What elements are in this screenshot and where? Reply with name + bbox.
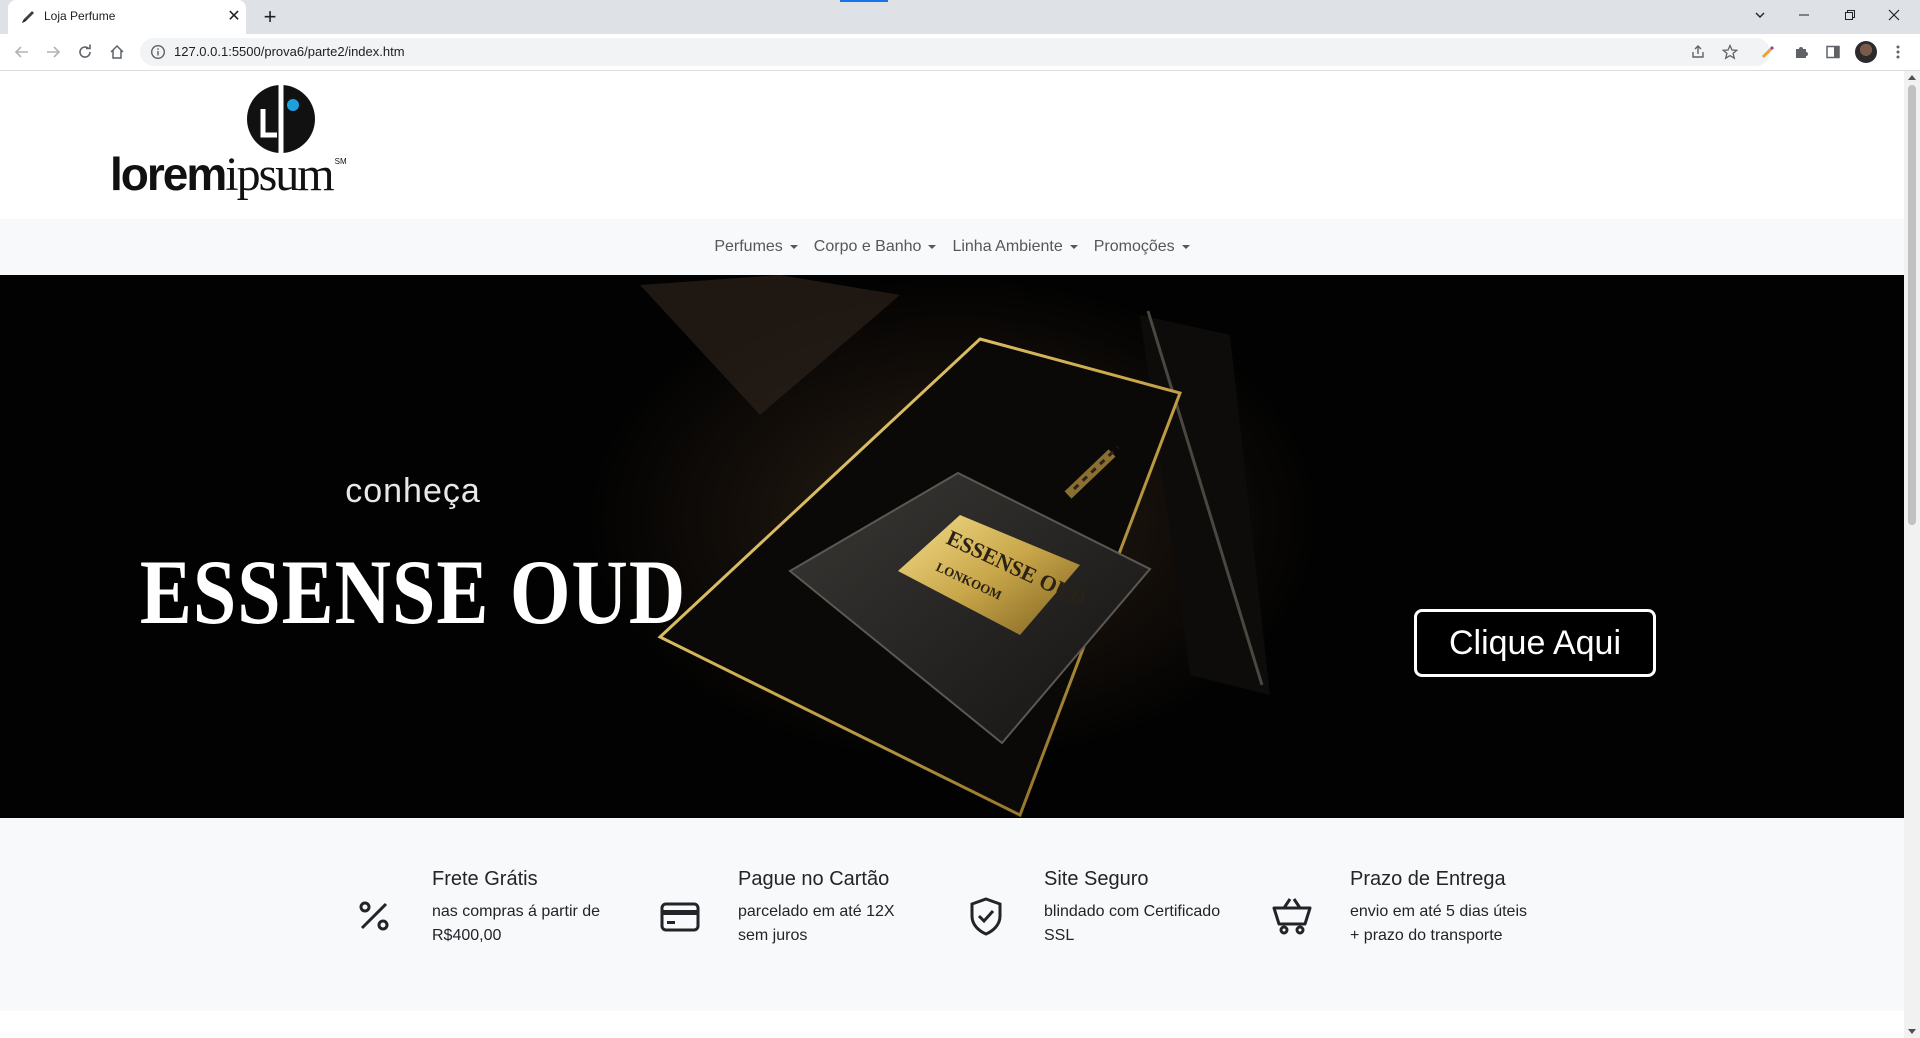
feature-title: Pague no Cartão xyxy=(738,868,890,890)
site-logo[interactable]: loremipsum SM xyxy=(110,83,350,203)
logo-word-light: ipsum xyxy=(225,148,334,201)
features-bar: Frete Grátis nas compras á partir de R$4… xyxy=(0,818,1904,1011)
nav-item-label: Linha Ambiente xyxy=(952,238,1063,255)
puzzle-icon xyxy=(1796,47,1808,58)
caret-down-icon xyxy=(1181,245,1190,249)
page-scrollbar[interactable] xyxy=(1904,71,1920,1038)
extension-pen-button[interactable] xyxy=(1756,40,1780,64)
feature-text: parcelado em até 12X sem juros xyxy=(738,903,895,944)
close-icon xyxy=(1888,9,1900,21)
share-button[interactable] xyxy=(1688,42,1708,62)
credit-card-icon xyxy=(660,902,700,932)
nav-item-label: Perfumes xyxy=(714,238,783,255)
page-viewport: loremipsum SM Perfumes Corpo e Banho Linh… xyxy=(0,71,1904,1038)
logo-word-bold: lorem xyxy=(110,148,227,200)
browser-tab[interactable]: Loja Perfume ✕ xyxy=(8,0,246,34)
arrow-right-icon xyxy=(47,46,61,58)
feature-text: blindado com Certificado SSL xyxy=(1044,903,1221,944)
tab-search-indicator xyxy=(840,0,888,2)
hero-intro-text: conheça xyxy=(345,472,481,510)
close-window-button[interactable] xyxy=(1872,0,1916,30)
profile-avatar[interactable] xyxy=(1855,41,1877,63)
shield-check-icon xyxy=(970,897,1002,936)
kebab-menu-icon xyxy=(1896,45,1900,59)
scrollbar-thumb[interactable] xyxy=(1908,85,1916,525)
percent-icon xyxy=(359,901,389,931)
restore-button[interactable] xyxy=(1828,0,1872,30)
hero-cta-button[interactable]: Clique Aqui xyxy=(1414,609,1656,677)
side-panel-icon xyxy=(1826,45,1840,59)
scroll-down-arrow-icon[interactable] xyxy=(1908,1029,1916,1034)
nav-item-corpo-e-banho[interactable]: Corpo e Banho xyxy=(806,238,945,256)
new-tab-button[interactable]: + xyxy=(258,5,282,29)
feature-text: nas compras á partir de R$400,00 xyxy=(432,903,601,944)
restore-icon xyxy=(1845,10,1855,20)
home-icon xyxy=(110,44,124,59)
reload-icon xyxy=(79,44,91,58)
feature-title: Prazo de Entrega xyxy=(1350,868,1506,890)
feature-prazo-de-entrega: Prazo de Entrega envio em até 5 dias úte… xyxy=(1232,818,1538,1011)
feature-pague-no-cartao: Pague no Cartão parcelado em até 12X sem… xyxy=(620,818,926,1011)
nav-item-label: Corpo e Banho xyxy=(813,238,922,255)
site-header: loremipsum SM xyxy=(0,71,1904,219)
tab-search-button[interactable] xyxy=(1738,0,1782,30)
nav-item-promocoes[interactable]: Promoções xyxy=(1086,238,1198,256)
main-navbar: Perfumes Corpo e Banho Linha Ambiente Pr… xyxy=(0,219,1904,275)
hero-title: ESSENSE OUD xyxy=(139,540,687,643)
nav-item-perfumes[interactable]: Perfumes xyxy=(706,238,805,256)
feature-title: Frete Grátis xyxy=(432,868,538,890)
bookmark-button[interactable] xyxy=(1720,42,1740,62)
side-panel-button[interactable] xyxy=(1821,40,1845,64)
caret-down-icon xyxy=(928,245,937,249)
feature-site-seguro: Site Seguro blindado com Certificado SSL xyxy=(926,818,1232,1011)
logo-mark-icon xyxy=(247,85,315,153)
forward-button[interactable] xyxy=(41,40,65,64)
star-icon xyxy=(1722,44,1738,60)
logo-wordmark: loremipsum SM xyxy=(110,147,347,202)
caret-down-icon xyxy=(789,245,798,249)
minimize-button[interactable] xyxy=(1782,0,1826,30)
home-button[interactable] xyxy=(105,40,129,64)
extensions-button[interactable] xyxy=(1789,40,1813,64)
logo-service-mark: SM xyxy=(334,157,347,166)
back-button[interactable] xyxy=(10,40,34,64)
chevron-down-icon xyxy=(1755,12,1765,18)
reload-button[interactable] xyxy=(73,40,97,64)
url-text[interactable]: 127.0.0.1:5500/prova6/parte2/index.htm xyxy=(174,44,405,59)
nav-item-label: Promoções xyxy=(1093,238,1175,255)
menu-button[interactable] xyxy=(1886,40,1910,64)
caret-down-icon xyxy=(1069,245,1078,249)
info-icon[interactable] xyxy=(150,44,166,60)
share-icon xyxy=(1692,45,1704,58)
hero-banner: ESSENSE OUD LONKOOM conheça ESSENSE OUD … xyxy=(0,275,1904,818)
color-pen-icon xyxy=(1761,45,1775,59)
minimize-icon xyxy=(1799,14,1809,16)
address-bar[interactable]: 127.0.0.1:5500/prova6/parte2/index.htm xyxy=(140,38,1770,66)
feature-title: Site Seguro xyxy=(1044,868,1149,890)
cart-icon xyxy=(1272,898,1312,935)
feature-text: envio em até 5 dias úteis + prazo do tra… xyxy=(1350,903,1527,944)
feature-frete-gratis: Frete Grátis nas compras á partir de R$4… xyxy=(314,818,620,1011)
tab-close-button[interactable]: ✕ xyxy=(224,7,244,27)
tab-title: Loja Perfume xyxy=(44,9,116,23)
browser-toolbar: 127.0.0.1:5500/prova6/parte2/index.htm xyxy=(0,34,1920,71)
scroll-up-arrow-icon[interactable] xyxy=(1908,75,1916,80)
pen-icon xyxy=(22,11,34,23)
nav-item-linha-ambiente[interactable]: Linha Ambiente xyxy=(944,238,1085,256)
browser-tab-strip: Loja Perfume ✕ + xyxy=(0,0,1920,34)
arrow-left-icon xyxy=(14,46,28,58)
